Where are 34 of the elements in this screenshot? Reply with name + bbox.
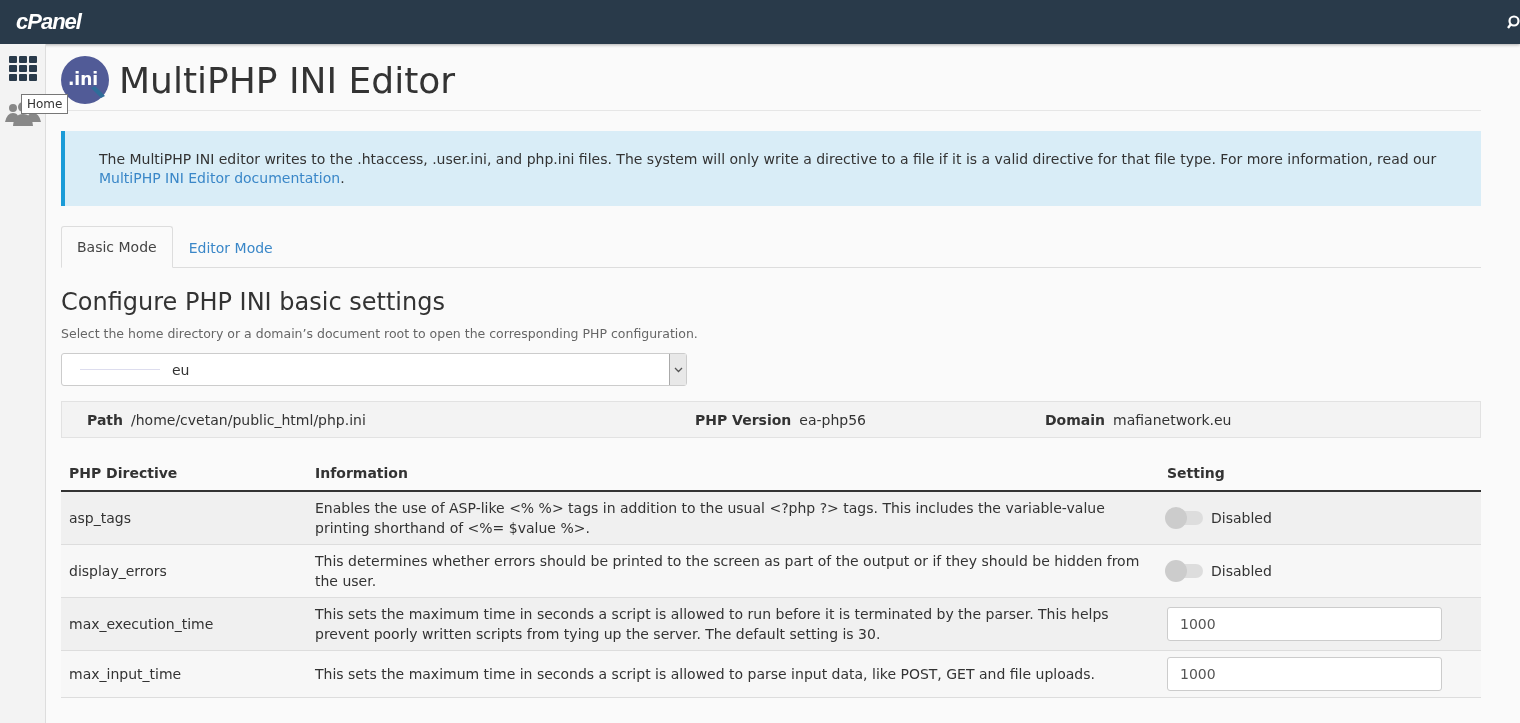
toggle-label: Disabled — [1211, 509, 1272, 528]
info-label: PHP Version — [695, 411, 792, 428]
tooltip: Home — [21, 94, 69, 114]
column-header: Information — [314, 465, 409, 481]
directive-cell-text: max_execution_time — [68, 615, 215, 634]
info-label: Domain — [1045, 411, 1106, 428]
info-value: /home/cvetan/public_html/php.ini — [131, 411, 366, 428]
info-value: ea-php56 — [799, 411, 867, 428]
notice-text: The MultiPHP INI editor writes to the .htaccess, .user.ini, and php.ini files. The system will only write a directive to a file if it is a valid directive for that file type. For more information, read our MultiPHP INI Editor documentation. — [99, 151, 1437, 186]
mode-tab[interactable]: Editor Mode — [172, 226, 289, 268]
information-cell-text: This sets the maximum time in seconds a script is allowed to run before it is terminated by the parser. This helps prevent poorly written scripts from tying up the server. The default setting is 30. — [314, 605, 1110, 644]
ini-file-icon: .ini — [61, 56, 109, 104]
grid-icon[interactable] — [8, 56, 37, 82]
mode-tab[interactable]: Basic Mode — [61, 226, 173, 268]
caret-icon — [673, 366, 683, 373]
input-field[interactable]: 1000 — [1167, 607, 1442, 641]
section-title: Configure PHP INI basic settings — [61, 288, 446, 316]
search-icon[interactable] — [1506, 15, 1520, 29]
directive-cell-text: asp_tags — [68, 509, 132, 528]
toggle-label: Disabled — [1211, 562, 1272, 581]
information-cell-text: Enables the use of ASP-like <% %> tags in addition to the usual <?php ?> tags. This includes the variable-value printing shorthand of <%= $value %>. — [314, 499, 1106, 538]
page-title: MultiPHP INI Editor — [119, 59, 456, 101]
input-field[interactable]: 1000 — [1167, 657, 1442, 691]
information-cell-text: This determines whether errors should be printed to the screen as part of the output or if they should be hidden from the user. — [314, 552, 1141, 591]
column-header: PHP Directive — [68, 465, 179, 481]
logo[interactable]: cPanel — [16, 9, 81, 35]
information-cell-text: This sets the maximum time in seconds a script is allowed to parse input data, like POST, GET and file uploads. — [314, 665, 1096, 684]
directory-select[interactable]: eu — [61, 353, 687, 386]
info-label: Path — [87, 411, 123, 428]
column-header: Setting — [1166, 465, 1226, 481]
info-value: mafianetwork.eu — [1113, 411, 1232, 428]
directive-cell-text: max_input_time — [68, 665, 183, 684]
directive-cell-text: display_errors — [68, 562, 168, 581]
section-hint: Select the home directory or a domain’s document root to open the corresponding PHP configuration. — [61, 326, 699, 341]
